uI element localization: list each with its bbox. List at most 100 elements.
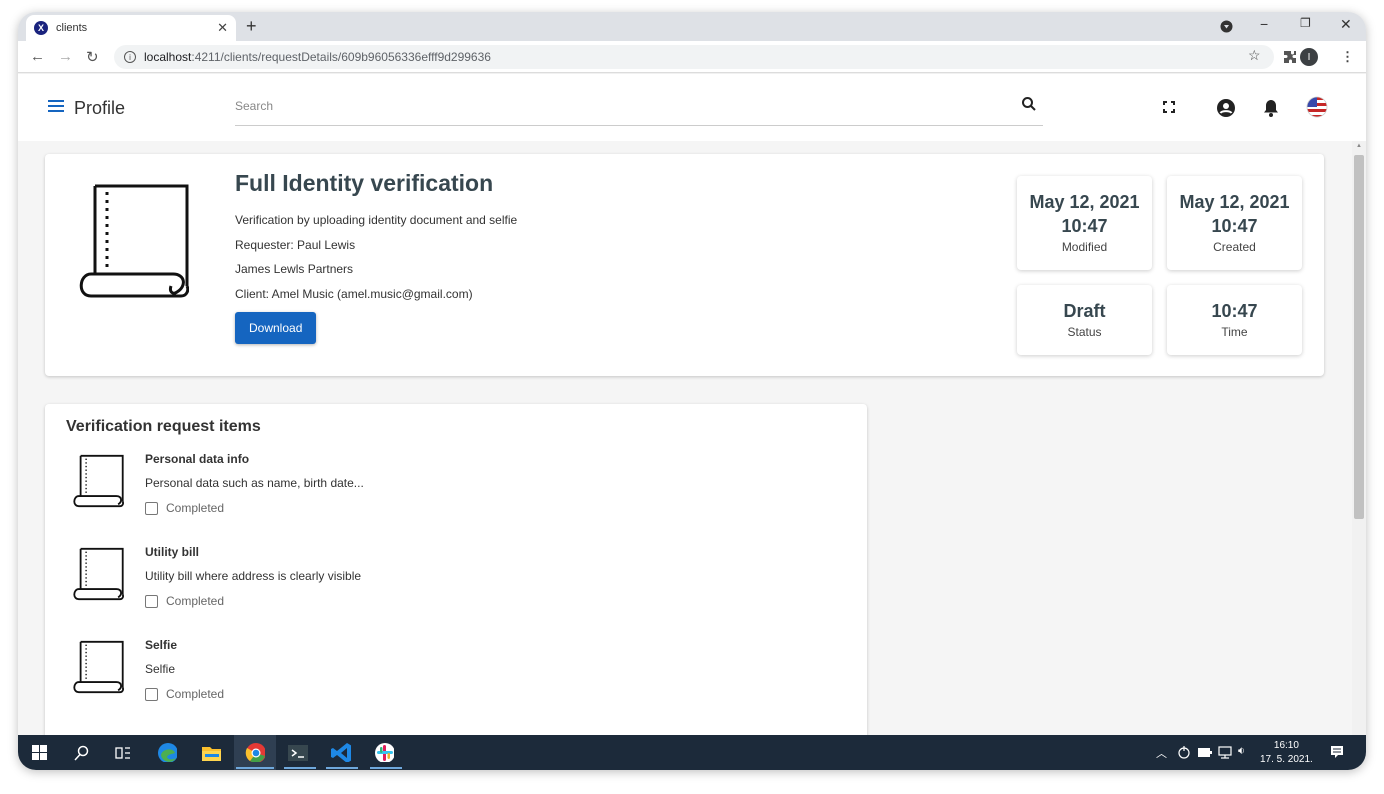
completed-checkbox[interactable]: Completed bbox=[145, 501, 224, 515]
minimize-icon[interactable]: − bbox=[1260, 16, 1268, 32]
request-company: James Lewls Partners bbox=[235, 262, 354, 276]
media-control-icon[interactable] bbox=[1220, 20, 1233, 33]
search-icon[interactable] bbox=[74, 745, 94, 765]
menu-icon[interactable] bbox=[48, 100, 64, 112]
list-item: Utility bill Utility bill where address … bbox=[72, 545, 832, 625]
chrome-icon[interactable] bbox=[245, 742, 265, 762]
address-bar[interactable]: i localhost:4211/clients/requestDetails/… bbox=[114, 45, 1274, 69]
browser-tab[interactable]: X clients ✕ bbox=[26, 15, 236, 41]
checkbox-label: Completed bbox=[166, 501, 225, 515]
windows-start-icon[interactable] bbox=[32, 745, 52, 765]
checkbox-label: Completed bbox=[166, 687, 225, 701]
document-scroll-icon bbox=[73, 640, 124, 694]
site-info-icon[interactable]: i bbox=[124, 51, 136, 63]
restore-icon[interactable]: ❐ bbox=[1300, 16, 1311, 30]
stat-value: May 12, 2021 10:47 bbox=[1029, 192, 1140, 236]
browser-toolbar: ← → ↻ i localhost:4211/clients/requestDe… bbox=[18, 41, 1366, 73]
app-header: Profile bbox=[18, 74, 1366, 141]
stat-value: Draft bbox=[1063, 301, 1106, 321]
task-view-icon[interactable] bbox=[115, 745, 135, 765]
windows-taskbar: ︿ 🔉︎ 16:10 17. 5. 2021. bbox=[18, 735, 1366, 770]
search-bar bbox=[235, 94, 1043, 126]
url-path: :4211/clients/requestDetails/609b9605633… bbox=[191, 50, 491, 64]
item-name: Utility bill bbox=[145, 545, 199, 559]
clock-date: 17. 5. 2021. bbox=[1260, 754, 1313, 765]
url-host: localhost bbox=[144, 50, 192, 64]
new-tab-icon[interactable]: + bbox=[246, 16, 257, 37]
completed-checkbox[interactable]: Completed bbox=[145, 687, 224, 701]
fullscreen-icon[interactable] bbox=[1163, 101, 1175, 113]
taskbar-indicator bbox=[236, 767, 274, 769]
vscode-icon[interactable] bbox=[331, 742, 351, 762]
stat-modified: May 12, 2021 10:47 Modified bbox=[1017, 176, 1152, 270]
request-description: Verification by uploading identity docum… bbox=[235, 213, 518, 227]
checkbox-box[interactable] bbox=[145, 594, 158, 608]
browser-window: X clients ✕ + − ❐ ✕ ← → ↻ i localhost:42… bbox=[18, 12, 1366, 770]
completed-checkbox[interactable]: Completed bbox=[145, 594, 224, 608]
item-description: Personal data such as name, birth date..… bbox=[145, 476, 364, 490]
slack-icon[interactable] bbox=[374, 742, 394, 762]
reload-icon[interactable]: ↻ bbox=[86, 48, 99, 66]
request-client: Client: Amel Music (amel.music@gmail.com… bbox=[235, 287, 473, 301]
taskbar-indicator bbox=[326, 767, 358, 769]
item-description: Utility bill where address is clearly vi… bbox=[145, 569, 362, 583]
stat-value: May 12, 2021 10:47 bbox=[1179, 192, 1290, 236]
network-icon[interactable] bbox=[1218, 746, 1232, 759]
bookmark-star-icon[interactable]: ☆ bbox=[1248, 47, 1261, 64]
verification-items-card: Verification request items Personal data… bbox=[45, 404, 867, 735]
stat-status: Draft Status bbox=[1017, 285, 1152, 355]
taskbar-clock[interactable]: 16:10 17. 5. 2021. bbox=[1260, 739, 1313, 767]
item-name: Selfie bbox=[145, 638, 178, 652]
search-input[interactable] bbox=[235, 94, 1005, 118]
tab-strip: X clients ✕ + − ❐ ✕ bbox=[18, 12, 1366, 41]
main-content: Full Identity verification Verification … bbox=[18, 141, 1352, 735]
page-scrollbar[interactable]: ▲ bbox=[1352, 141, 1366, 735]
battery-icon[interactable] bbox=[1198, 748, 1212, 757]
language-flag-icon[interactable] bbox=[1306, 96, 1328, 118]
download-button[interactable]: Download bbox=[235, 312, 317, 344]
stat-time: 10:47 Time bbox=[1167, 285, 1302, 355]
tray-app-icon[interactable] bbox=[1178, 746, 1190, 759]
request-requester: Requester: Paul Lewis bbox=[235, 238, 356, 252]
item-description: Selfie bbox=[145, 662, 176, 676]
taskbar-indicator bbox=[370, 767, 402, 769]
favicon-icon: X bbox=[34, 21, 48, 35]
scroll-up-icon[interactable]: ▲ bbox=[1356, 143, 1362, 149]
section-title: Verification request items bbox=[66, 418, 261, 435]
clock-time: 16:10 bbox=[1273, 740, 1299, 751]
edge-browser-icon[interactable] bbox=[157, 742, 177, 762]
stat-value: 10:47 bbox=[1211, 301, 1258, 321]
page-title: Profile bbox=[74, 98, 126, 118]
stat-label: Modified bbox=[1061, 240, 1108, 254]
item-name: Personal data info bbox=[145, 452, 250, 466]
tray-overflow-icon[interactable]: ︿ bbox=[1156, 745, 1167, 761]
stat-label: Created bbox=[1213, 240, 1256, 254]
list-item: Personal data info Personal data such as… bbox=[72, 452, 832, 532]
document-scroll-icon bbox=[73, 454, 124, 508]
back-icon[interactable]: ← bbox=[30, 48, 45, 65]
notifications-bell-icon[interactable] bbox=[1262, 98, 1280, 118]
close-window-icon[interactable]: ✕ bbox=[1340, 16, 1352, 33]
tab-title: clients bbox=[56, 22, 88, 34]
stat-label: Time bbox=[1221, 325, 1248, 339]
tab-close-icon[interactable]: ✕ bbox=[217, 20, 228, 36]
browser-menu-icon[interactable]: ⋮ bbox=[1341, 49, 1354, 65]
file-explorer-icon[interactable] bbox=[201, 744, 221, 764]
stat-created: May 12, 2021 10:47 Created bbox=[1167, 176, 1302, 270]
checkbox-box[interactable] bbox=[145, 501, 158, 515]
notification-center-icon[interactable] bbox=[1330, 745, 1344, 759]
scrollbar-thumb[interactable] bbox=[1354, 155, 1364, 519]
search-icon[interactable] bbox=[1021, 96, 1037, 112]
terminal-icon[interactable] bbox=[288, 744, 308, 764]
checkbox-box[interactable] bbox=[145, 687, 158, 701]
volume-icon[interactable]: 🔉︎ bbox=[1238, 745, 1245, 758]
list-item: Selfie Selfie Completed bbox=[72, 638, 832, 718]
stat-label: Status bbox=[1067, 325, 1102, 339]
forward-icon[interactable]: → bbox=[58, 48, 73, 65]
checkbox-label: Completed bbox=[166, 594, 225, 608]
profile-avatar-icon[interactable]: I bbox=[1300, 48, 1318, 66]
document-scroll-icon bbox=[79, 184, 189, 298]
extensions-icon[interactable] bbox=[1283, 50, 1297, 64]
account-icon[interactable] bbox=[1216, 98, 1236, 118]
request-title: Full Identity verification bbox=[235, 170, 494, 196]
